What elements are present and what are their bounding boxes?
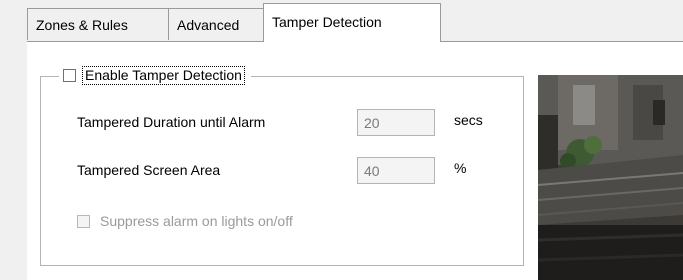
camera-preview-image [538,75,683,280]
duration-field[interactable]: 20 [357,109,435,136]
tab-zones-rules[interactable]: Zones & Rules [27,8,169,40]
checkbox-icon[interactable] [63,69,76,82]
area-label: Tampered Screen Area [77,162,221,178]
tab-tamper-detection[interactable]: Tamper Detection [263,3,441,42]
tab-advanced-label: Advanced [177,17,240,33]
enable-tamper-label: Enable Tamper Detection [82,66,245,85]
tab-zones-rules-label: Zones & Rules [36,17,128,33]
tab-strip: Zones & Rules Advanced Tamper Detection [0,0,683,44]
area-field[interactable]: 40 [357,157,435,184]
suppress-alarm-checkbox[interactable]: Suppress alarm on lights on/off [77,213,293,229]
tab-advanced[interactable]: Advanced [168,8,264,40]
tab-tamper-detection-label: Tamper Detection [272,14,382,30]
enable-tamper-checkbox[interactable]: Enable Tamper Detection [59,66,251,85]
camera-preview-graphic [538,75,683,280]
suppress-alarm-label: Suppress alarm on lights on/off [100,213,293,229]
area-unit: % [454,160,467,176]
duration-label: Tampered Duration until Alarm [77,114,266,130]
checkbox-icon[interactable] [77,214,90,228]
duration-unit: secs [454,112,483,128]
